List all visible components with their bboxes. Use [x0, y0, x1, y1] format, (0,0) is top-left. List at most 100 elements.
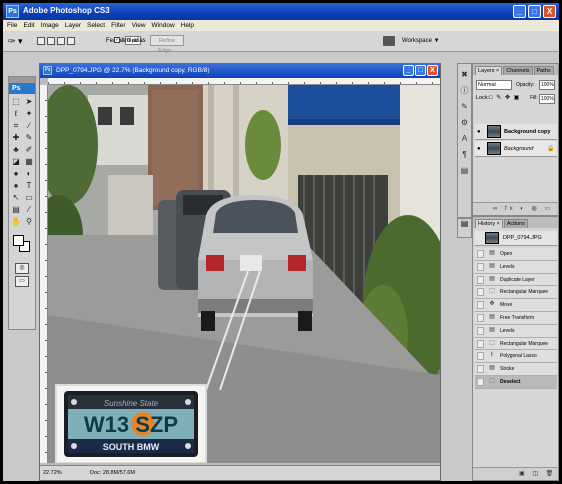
paragraph-icon[interactable]: ¶	[459, 149, 470, 160]
menu-help[interactable]: Help	[181, 22, 194, 29]
document-title-bar[interactable]: Ps DPP_0794.JPG @ 22.7% (Background copy…	[40, 64, 440, 78]
gradient-icon[interactable]: ▦	[23, 156, 35, 167]
history-brush-icon[interactable]: ✐	[23, 144, 35, 155]
tab-paths[interactable]: Paths	[533, 66, 554, 75]
vertical-ruler[interactable]	[40, 85, 48, 463]
marquee-icon[interactable]: ⬚	[10, 96, 22, 107]
antialias-checkbox[interactable]: ✓	[114, 37, 120, 43]
history-step-icon: ▤	[489, 365, 495, 372]
hand-icon[interactable]: ✋	[10, 216, 22, 227]
add-selection-icon[interactable]	[47, 37, 55, 45]
history-item[interactable]: ▤ Levels	[475, 260, 557, 274]
new-selection-icon[interactable]	[37, 37, 45, 45]
slice-icon[interactable]: ∕	[23, 120, 35, 131]
tab-actions[interactable]: Actions	[503, 219, 528, 228]
tool-presets-icon[interactable]: ⚙	[459, 117, 470, 128]
layer-row-background[interactable]: ● Background 🔒	[475, 141, 557, 157]
zoom-level[interactable]: 22.72%	[43, 470, 62, 476]
plate-top-text: Sunshine State	[104, 399, 159, 408]
history-item[interactable]: ⬚ Rectangular Marquee	[475, 286, 557, 300]
workspace-icon[interactable]	[383, 36, 395, 46]
menu-view[interactable]: View	[132, 22, 146, 29]
tool-preset-icon[interactable]: ✑ ▾	[8, 36, 23, 47]
layers-panel-footer[interactable]: ∞ fx ◐ ◍ ▭ ▣ 🗑	[473, 202, 558, 224]
history-step-icon: ℓ	[491, 352, 493, 359]
title-bar: Ps Adobe Photoshop CS3 _ □ X	[3, 3, 559, 20]
dodge-icon[interactable]: ◐	[23, 168, 35, 179]
path-select-icon[interactable]: ↖	[10, 192, 22, 203]
menu-edit[interactable]: Edit	[23, 22, 34, 29]
quick-mask-icon[interactable]: ◎	[15, 263, 29, 274]
doc-close-button[interactable]: X	[427, 65, 438, 76]
tab-channels[interactable]: Channels	[503, 66, 533, 75]
visibility-eye-icon[interactable]: ●	[477, 129, 484, 135]
history-item[interactable]: ✥ Move	[475, 299, 557, 312]
document-size[interactable]: Doc: 28.8M/57.6M	[90, 470, 135, 476]
menu-layer[interactable]: Layer	[65, 22, 81, 29]
history-item[interactable]: ▤ Stroke	[475, 363, 557, 376]
workspace-menu[interactable]: Workspace ▼	[402, 38, 440, 44]
minimize-button[interactable]: _	[513, 5, 526, 18]
history-icon[interactable]: ▤	[458, 219, 471, 228]
character-icon[interactable]: A	[459, 133, 470, 144]
tab-history[interactable]: History ×	[475, 219, 503, 228]
history-item[interactable]: ▤ Levels	[475, 324, 557, 338]
menu-filter[interactable]: Filter	[111, 22, 125, 29]
tab-layers[interactable]: Layers ×	[475, 66, 503, 75]
history-item-selected[interactable]: ⬚ Deselect	[475, 375, 557, 389]
history-item[interactable]: ▤ Free Transform	[475, 311, 557, 325]
maximize-button[interactable]: □	[528, 5, 541, 18]
magic-wand-icon[interactable]: ✦	[23, 108, 35, 119]
ps-badge[interactable]: Ps	[9, 83, 35, 94]
layer-row-background-copy[interactable]: ● Background copy	[475, 124, 557, 140]
lasso-icon[interactable]: ℓ	[10, 108, 22, 119]
navigator-icon[interactable]: ✖	[459, 69, 470, 80]
refine-edge-button[interactable]: Refine Edge...	[150, 35, 184, 54]
lock-icons[interactable]: □ ✎ ✥ ▣	[489, 94, 520, 101]
move-icon[interactable]: ➤	[23, 96, 35, 107]
history-item[interactable]: ▤ Open	[475, 248, 557, 261]
brush-icon[interactable]: ✎	[23, 132, 35, 143]
history-item[interactable]: ℓ Polygonal Lasso	[475, 350, 557, 364]
image-canvas[interactable]: Sunshine State W13 SZP SOUTH BMW	[48, 85, 440, 463]
fill-input[interactable]: 100%	[539, 94, 555, 104]
type-icon[interactable]: T	[23, 180, 35, 191]
brushes-icon[interactable]: ✎	[459, 101, 470, 112]
visibility-eye-icon[interactable]: ●	[477, 146, 484, 152]
eraser-icon[interactable]: ◪	[10, 156, 22, 167]
foreground-color-swatch[interactable]	[13, 235, 24, 246]
blur-icon[interactable]: ●	[10, 168, 22, 179]
eyedropper-icon[interactable]: ⁄	[23, 204, 35, 215]
menu-select[interactable]: Select	[87, 22, 105, 29]
screen-mode-icon[interactable]: ▭	[15, 276, 29, 287]
pen-icon[interactable]: ♠	[10, 180, 22, 191]
horizontal-ruler[interactable]	[48, 78, 440, 85]
history-icon-strip: ▤	[457, 218, 472, 238]
info-icon[interactable]: ⓘ	[459, 85, 470, 96]
clone-stamp-icon[interactable]: ♣	[10, 144, 22, 155]
menu-image[interactable]: Image	[41, 22, 59, 29]
layer-name: Background	[504, 146, 534, 152]
history-item[interactable]: ▤ Duplicate Layer	[475, 273, 557, 287]
antialias-label: Anti-alias	[121, 38, 146, 44]
notes-icon[interactable]: ▤	[10, 204, 22, 215]
opacity-input[interactable]: 100%	[539, 80, 555, 90]
doc-maximize-button[interactable]: □	[415, 65, 426, 76]
history-snapshot[interactable]: DPP_0794.JPG	[475, 231, 557, 246]
menu-window[interactable]: Window	[152, 22, 175, 29]
intersect-selection-icon[interactable]	[67, 37, 75, 45]
shape-icon[interactable]: ▭	[23, 192, 35, 203]
app-logo-icon: Ps	[6, 5, 19, 18]
zoom-icon[interactable]: ⚲	[23, 216, 35, 227]
crop-icon[interactable]: ⌗	[10, 120, 22, 131]
history-panel-footer[interactable]: ▣ ◫ 🗑	[473, 467, 558, 480]
snapshot-name: DPP_0794.JPG	[503, 235, 542, 241]
doc-minimize-button[interactable]: _	[403, 65, 414, 76]
close-button[interactable]: X	[543, 5, 556, 18]
blend-mode-select[interactable]: Normal	[476, 80, 512, 90]
menu-file[interactable]: File	[7, 22, 17, 29]
history-item[interactable]: ⬚ Rectangular Marquee	[475, 337, 557, 351]
healing-brush-icon[interactable]: ✚	[10, 132, 22, 143]
subtract-selection-icon[interactable]	[57, 37, 65, 45]
swatches-icon[interactable]: ▤	[459, 165, 470, 176]
